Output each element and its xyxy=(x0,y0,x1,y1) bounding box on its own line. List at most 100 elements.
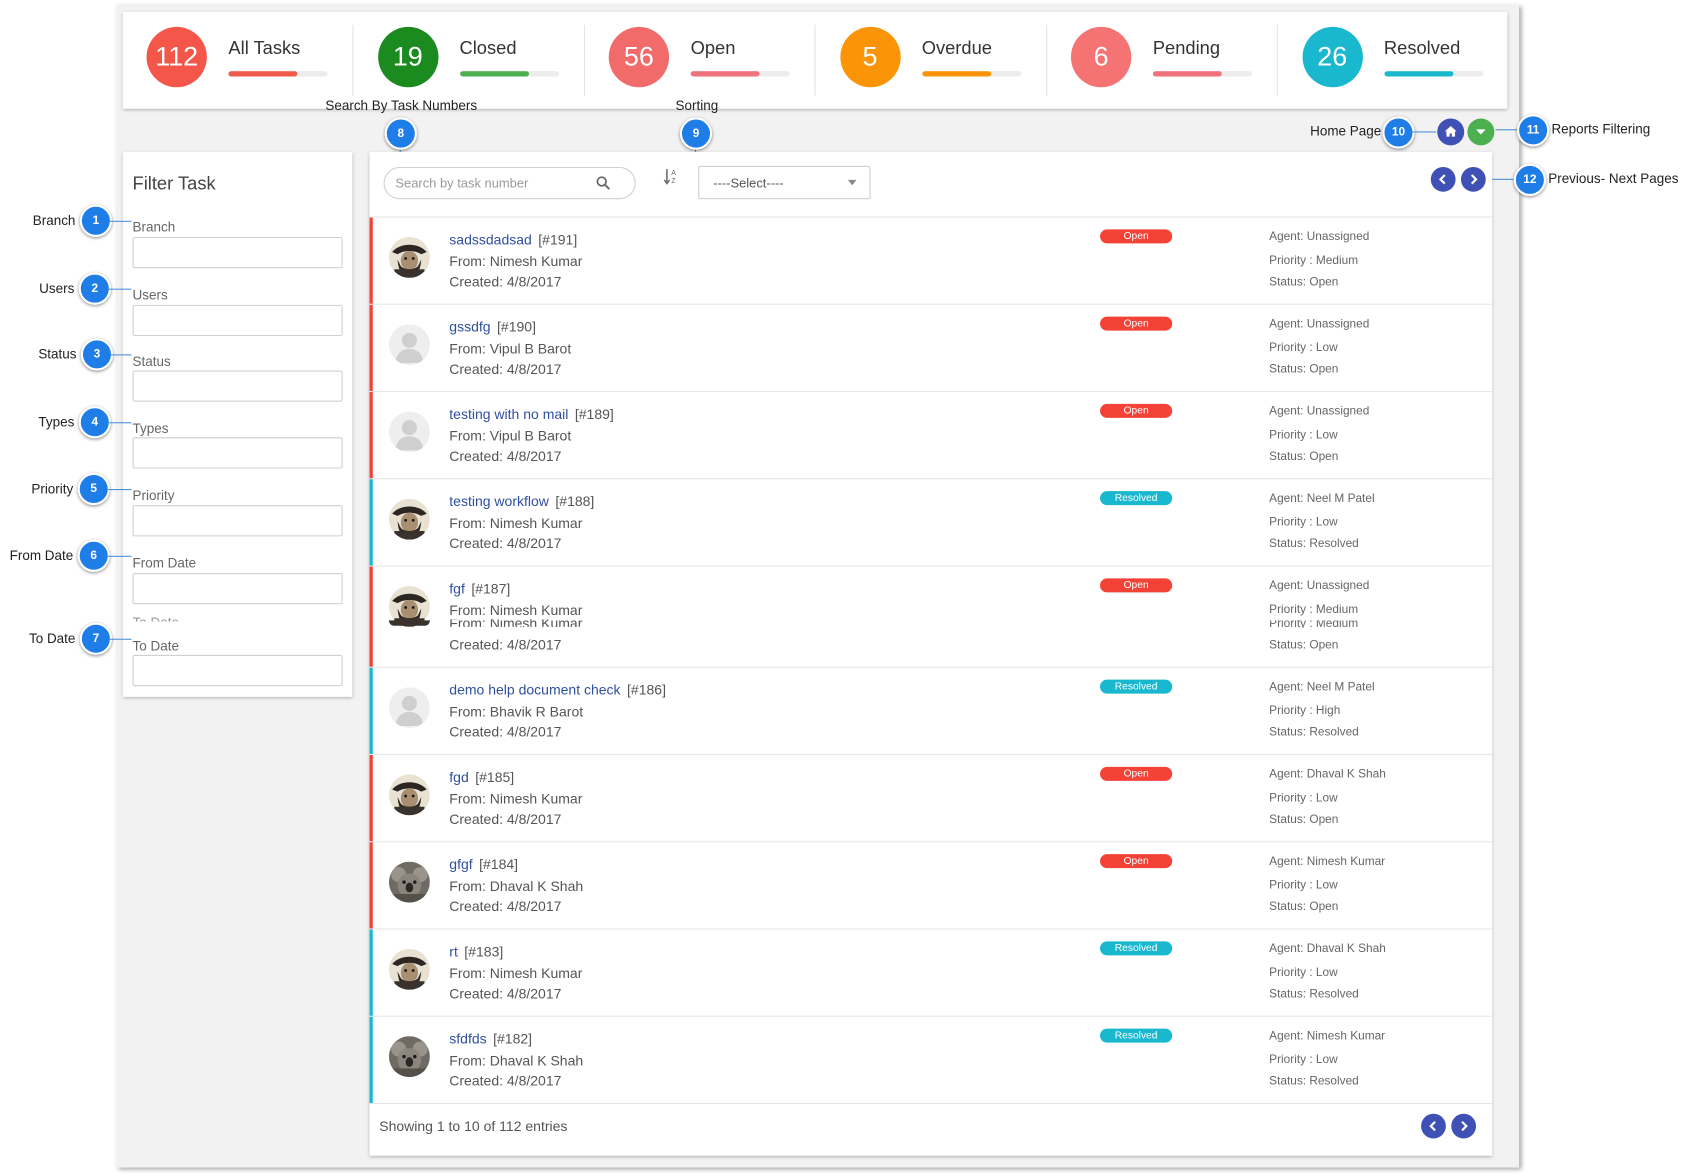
home-button[interactable] xyxy=(1437,118,1465,146)
task-title-link[interactable]: sadssdadsad xyxy=(449,232,532,248)
task-agent: Agent: Nimesh Kumar xyxy=(1269,855,1386,869)
filter-input-2[interactable] xyxy=(132,370,343,402)
task-created: Created: 4/8/2017 xyxy=(449,723,562,740)
reports-filter-button[interactable] xyxy=(1467,118,1495,146)
annotation-sorting-label: Sorting xyxy=(675,98,719,114)
avatar xyxy=(388,948,430,990)
table-row[interactable]: gssdfg [#190] From: Vipul B Barot Open Agent… xyxy=(369,304,1493,393)
entries-info: Showing 1 to 10 of 112 entries xyxy=(379,1118,568,1135)
task-title-link[interactable]: fgf xyxy=(449,581,465,597)
filter-input-1[interactable] xyxy=(132,304,343,337)
filter-input-5[interactable] xyxy=(132,573,343,605)
filter-input-4[interactable] xyxy=(132,505,343,537)
stat-card[interactable]: 112 All Tasks xyxy=(123,12,354,109)
table-row[interactable]: fgf [#187] From: Nimesh Kumar Open Agent: Un… xyxy=(369,566,1493,668)
table-row[interactable]: demo help document check [#186] From: Bhav… xyxy=(369,667,1493,756)
ghost-label: To Date xyxy=(133,615,179,621)
task-title-link[interactable]: rt xyxy=(449,944,458,960)
sort-alpha-icon[interactable]: A Z xyxy=(663,168,679,188)
stat-label: Open xyxy=(690,37,736,59)
filter-panel: Filter Task To Date Branch Users Status Typ… xyxy=(122,151,353,697)
table-row[interactable]: fgd [#185] From: Nimesh Kumar Open Agent: Dh… xyxy=(369,755,1493,843)
table-row[interactable]: sadssdadsad [#191] From: Nimesh Kumar Open A… xyxy=(369,217,1493,305)
avatar xyxy=(388,687,430,729)
table-row[interactable]: gfgf [#184] From: Dhaval K Shah Open Agent: … xyxy=(369,842,1493,930)
stat-label: All Tasks xyxy=(228,37,301,59)
task-title-line: fgd [#185] xyxy=(449,769,514,785)
task-agent: Agent: Unassigned xyxy=(1269,317,1370,331)
task-priority: Priority : Low xyxy=(1269,515,1338,529)
filter-input-6[interactable] xyxy=(132,654,343,687)
footer-next-button[interactable] xyxy=(1451,1113,1477,1139)
annotation-connector xyxy=(108,288,132,290)
task-status: Status: Open xyxy=(1269,900,1339,914)
prev-page-button[interactable] xyxy=(1430,166,1456,192)
task-priority: Priority : Low xyxy=(1269,791,1338,805)
task-title-link[interactable]: testing workflow xyxy=(449,493,549,509)
stat-card[interactable]: 6 Pending xyxy=(1047,12,1278,109)
next-page-button[interactable] xyxy=(1460,166,1486,192)
task-agent: Agent: Unassigned xyxy=(1269,579,1370,593)
task-from: From: Nimesh Kumar xyxy=(449,602,583,619)
task-number: [#184] xyxy=(479,856,519,873)
status-badge: Open xyxy=(1100,766,1173,781)
status-edge xyxy=(369,842,373,929)
status-edge xyxy=(369,217,373,304)
task-status: Status: Resolved xyxy=(1269,987,1359,1001)
stat-card[interactable]: 5 Overdue xyxy=(816,12,1047,109)
footer-prev-button[interactable] xyxy=(1421,1113,1446,1139)
table-row[interactable]: rt [#183] From: Nimesh Kumar Resolved Agent:… xyxy=(369,929,1493,1017)
stat-label: Pending xyxy=(1152,37,1221,59)
stat-card[interactable]: 19 Closed xyxy=(354,12,585,109)
table-row[interactable]: testing with no mail [#189] From: Vipul B … xyxy=(369,392,1493,480)
task-from: From: Nimesh Kumar xyxy=(449,790,583,807)
stat-card[interactable]: 56 Open xyxy=(585,12,816,109)
task-title-link[interactable]: sfdfds xyxy=(449,1031,486,1047)
caret-down-icon xyxy=(1476,129,1486,135)
sort-select[interactable]: ----Select---- xyxy=(698,165,871,200)
task-number: [#182] xyxy=(493,1030,533,1047)
task-title-link[interactable]: gssdfg xyxy=(449,319,490,335)
stat-label: Closed xyxy=(459,37,517,59)
stat-count: 6 xyxy=(1070,26,1132,88)
table-row[interactable]: sfdfds [#182] From: Dhaval K Shah Resolved A… xyxy=(369,1016,1493,1105)
task-agent: Agent: Unassigned xyxy=(1269,404,1370,418)
stat-label: Resolved xyxy=(1383,37,1461,59)
task-priority: Priority : Medium xyxy=(1269,254,1359,268)
stat-card[interactable]: 26 Resolved xyxy=(1278,12,1509,109)
stat-progress xyxy=(1383,71,1484,77)
filter-title: Filter Task xyxy=(132,173,216,194)
annotation-pages-label: Previous- Next Pages xyxy=(1548,171,1679,187)
task-title-link[interactable]: demo help document check xyxy=(449,682,620,698)
search-input[interactable]: Search by task number xyxy=(383,166,636,200)
chevron-right-icon xyxy=(1470,174,1478,185)
annotation-connector xyxy=(109,638,132,640)
table-row[interactable]: testing workflow [#188] From: Nimesh Kumar… xyxy=(369,479,1493,567)
annotation-filter-label: To Date xyxy=(28,631,76,647)
task-number: [#185] xyxy=(475,769,515,786)
task-title-link[interactable]: fgd xyxy=(449,769,468,785)
status-edge xyxy=(369,755,373,842)
chevron-left-icon xyxy=(1438,174,1446,185)
annotation-badge-reports: 11 xyxy=(1516,114,1550,147)
avatar xyxy=(388,236,430,278)
task-priority: Priority : Low xyxy=(1269,341,1338,355)
task-title-link[interactable]: gfgf xyxy=(449,856,472,872)
task-number: [#189] xyxy=(574,406,614,423)
task-status: Status: Open xyxy=(1269,362,1339,376)
filter-input-3[interactable] xyxy=(132,437,343,469)
task-title-link[interactable]: testing with no mail xyxy=(449,406,568,422)
annotation-badge-filter: 3 xyxy=(80,338,114,371)
annotation-badge-home: 10 xyxy=(1382,116,1415,149)
status-badge: Resolved xyxy=(1100,941,1173,956)
task-title-line: sfdfds [#182] xyxy=(449,1031,532,1047)
annotation-badge-filter: 4 xyxy=(78,406,111,439)
filter-input-0[interactable] xyxy=(132,236,343,269)
avatar-duplicate xyxy=(388,620,430,626)
filter-label-1: Users xyxy=(132,287,168,303)
search-placeholder: Search by task number xyxy=(395,175,529,191)
annotation-badge-filter: 2 xyxy=(78,272,111,305)
annotation-badge-sorting: 9 xyxy=(679,117,713,150)
status-badge: Resolved xyxy=(1100,679,1173,694)
annotation-home-label: Home Page xyxy=(1310,123,1382,139)
